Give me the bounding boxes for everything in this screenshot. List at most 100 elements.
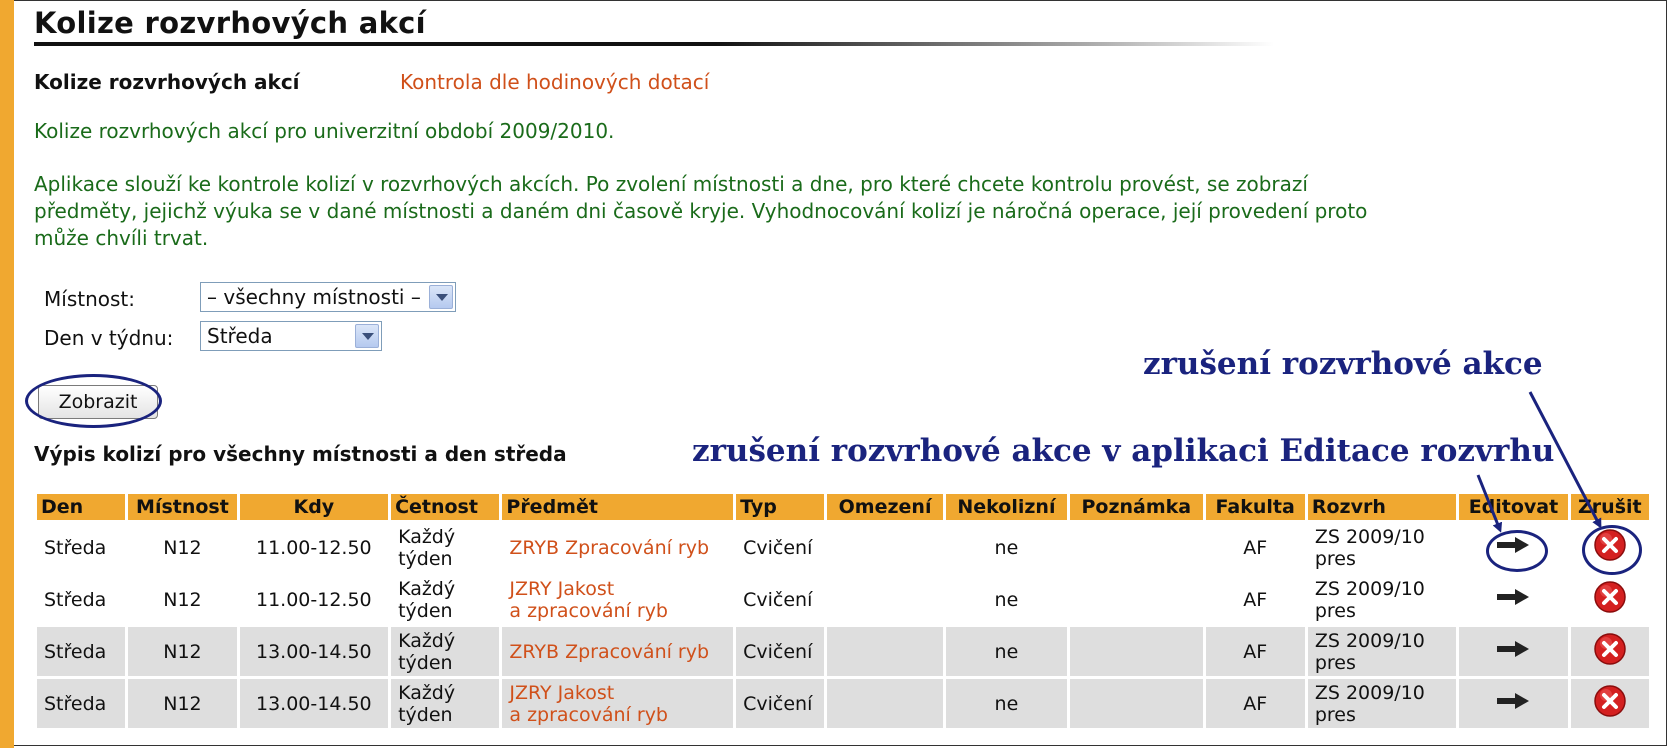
cell-cetnost-line2: týden: [398, 547, 453, 570]
cell-rozvrh-line1: ZS 2009/10: [1314, 525, 1425, 548]
cell-fakulta: AF: [1205, 523, 1305, 572]
cell-typ: Cvičení: [736, 523, 825, 572]
cell-poznamka: [1070, 627, 1203, 676]
cell-nekolizni: ne: [945, 627, 1068, 676]
intro-text: Kolize rozvrhových akcí pro univerzitní …: [34, 119, 615, 143]
description-text: Aplikace slouží ke kontrole kolizí v roz…: [34, 172, 1368, 250]
header-omezeni: Omezení: [827, 494, 943, 520]
cell-typ: Cvičení: [736, 627, 825, 676]
page-title: Kolize rozvrhových akcí: [34, 6, 426, 40]
cell-poznamka: [1070, 523, 1203, 572]
cell-fakulta: AF: [1205, 575, 1305, 624]
cell-nekolizni: ne: [945, 679, 1068, 728]
subject-link[interactable]: ZRYB Zpracování ryb: [509, 537, 726, 559]
cell-kdy: 13.00-14.50: [239, 627, 389, 676]
header-fakulta: Fakulta: [1205, 494, 1305, 520]
cell-rozvrh-line2: pres: [1314, 651, 1356, 674]
cell-rozvrh: ZS 2009/10 pres: [1307, 523, 1457, 572]
subnav-link-hour-check[interactable]: Kontrola dle hodinových dotací: [400, 70, 709, 94]
red-x-circle-icon[interactable]: [1593, 580, 1627, 614]
room-select-value: – všechny místnosti –: [207, 285, 421, 309]
red-x-circle-icon[interactable]: [1593, 632, 1627, 666]
cell-poznamka: [1070, 575, 1203, 624]
cell-cetnost: Každý týden: [391, 679, 500, 728]
subject-link[interactable]: ZRYB Zpracování ryb: [509, 641, 726, 663]
header-typ: Typ: [736, 494, 825, 520]
cell-nekolizni: ne: [945, 575, 1068, 624]
cell-typ: Cvičení: [736, 679, 825, 728]
header-poznamka: Poznámka: [1070, 494, 1203, 520]
collisions-table: Den Místnost Kdy Četnost Předmět Typ Ome…: [34, 491, 1652, 731]
cell-omezeni: [827, 627, 943, 676]
header-editovat: Editovat: [1459, 494, 1568, 520]
cell-cetnost: Každý týden: [391, 575, 500, 624]
cell-cetnost-line1: Každý: [398, 629, 456, 652]
cell-nekolizni: ne: [945, 523, 1068, 572]
header-nekolizni: Nekolizní: [945, 494, 1068, 520]
cell-omezeni: [827, 575, 943, 624]
header-rozvrh: Rozvrh: [1307, 494, 1457, 520]
cell-cetnost: Každý týden: [391, 627, 500, 676]
cell-cetnost-line2: týden: [398, 599, 453, 622]
cell-cetnost-line2: týden: [398, 703, 453, 726]
cell-rozvrh: ZS 2009/10 pres: [1307, 627, 1457, 676]
cell-rozvrh-line2: pres: [1314, 547, 1356, 570]
cell-cetnost-line1: Každý: [398, 577, 456, 600]
cell-zrusit: [1570, 679, 1649, 728]
cell-predmet: ZRYB Zpracování ryb: [502, 523, 734, 572]
subject-link[interactable]: JZRY Jakost: [509, 682, 726, 704]
cell-cetnost-line1: Každý: [398, 525, 456, 548]
room-select[interactable]: – všechny místnosti –: [200, 282, 456, 312]
cell-cetnost: Každý týden: [391, 523, 500, 572]
day-label: Den v týdnu:: [44, 326, 174, 350]
cell-editovat: [1459, 679, 1568, 728]
cell-omezeni: [827, 679, 943, 728]
cell-zrusit: [1570, 575, 1649, 624]
table-row: Středa N12 13.00-14.50 Každý týden JZRY Jakos…: [37, 679, 1649, 728]
cell-zrusit: [1570, 627, 1649, 676]
header-cetnost: Četnost: [391, 494, 500, 520]
cell-mistnost: N12: [128, 679, 237, 728]
cell-typ: Cvičení: [736, 575, 825, 624]
subject-link[interactable]: JZRY Jakost: [509, 578, 726, 600]
annotation-cancel: zrušení rozvrhové akce: [1143, 346, 1543, 382]
table-row: Středa N12 11.00-12.50 Každý týden ZRYB Zprac…: [37, 523, 1649, 572]
subject-link-line2[interactable]: a zpracování ryb: [509, 600, 726, 622]
cell-mistnost: N12: [128, 575, 237, 624]
cell-predmet: ZRYB Zpracování ryb: [502, 627, 734, 676]
title-underline: [34, 42, 1274, 46]
cell-rozvrh: ZS 2009/10 pres: [1307, 575, 1457, 624]
cell-predmet: JZRY Jakost a zpracování ryb: [502, 575, 734, 624]
cell-rozvrh-line1: ZS 2009/10: [1314, 681, 1425, 704]
cell-cetnost-line2: týden: [398, 651, 453, 674]
cell-predmet: JZRY Jakost a zpracování ryb: [502, 679, 734, 728]
cell-rozvrh-line2: pres: [1314, 599, 1356, 622]
highlight-ellipse-cancel: [1582, 525, 1642, 575]
header-zrusit: Zrušit: [1570, 494, 1649, 520]
subject-link-line2[interactable]: a zpracování ryb: [509, 704, 726, 726]
table-body: Středa N12 11.00-12.50 Každý týden ZRYB Zprac…: [37, 523, 1649, 728]
left-accent-bar: [0, 0, 14, 748]
header-den: Den: [37, 494, 126, 520]
arrow-right-icon[interactable]: [1495, 640, 1531, 658]
highlight-ellipse-show: [25, 374, 162, 428]
subnav-current: Kolize rozvrhových akcí: [34, 70, 300, 94]
table-row: Středa N12 11.00-12.50 Každý týden JZRY Jakos…: [37, 575, 1649, 624]
arrow-right-icon[interactable]: [1495, 588, 1531, 606]
red-x-circle-icon[interactable]: [1593, 684, 1627, 718]
cell-den: Středa: [37, 523, 126, 572]
arrow-right-icon[interactable]: [1495, 692, 1531, 710]
cell-kdy: 13.00-14.50: [239, 679, 389, 728]
chevron-down-icon[interactable]: [429, 285, 453, 309]
cell-rozvrh-line2: pres: [1314, 703, 1356, 726]
cell-den: Středa: [37, 575, 126, 624]
cell-den: Středa: [37, 679, 126, 728]
day-select-value: Středa: [207, 324, 273, 348]
day-select[interactable]: Středa: [200, 321, 382, 351]
table-row: Středa N12 13.00-14.50 Každý týden ZRYB Zprac…: [37, 627, 1649, 676]
cell-mistnost: N12: [128, 523, 237, 572]
chevron-down-icon[interactable]: [355, 324, 379, 348]
cell-rozvrh: ZS 2009/10 pres: [1307, 679, 1457, 728]
header-kdy: Kdy: [239, 494, 389, 520]
cell-fakulta: AF: [1205, 627, 1305, 676]
